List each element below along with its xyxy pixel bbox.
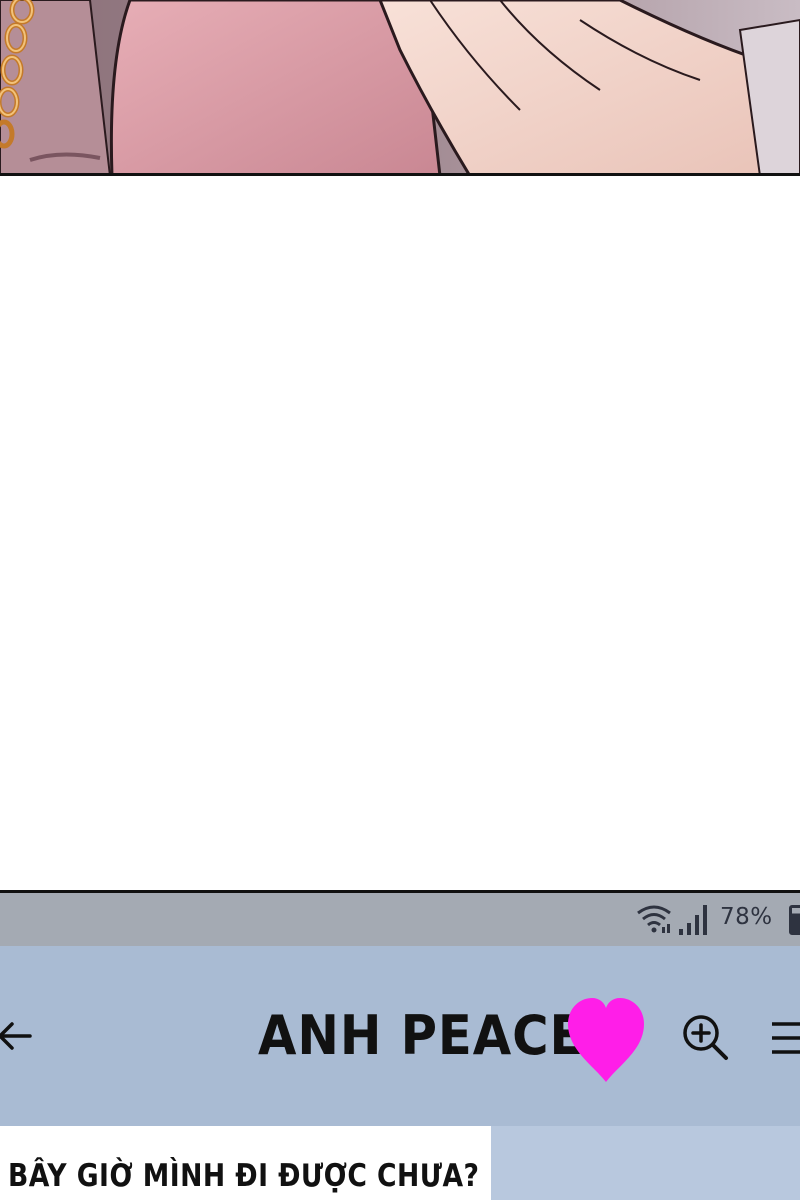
battery-percent: 78% [720, 904, 773, 930]
status-bar: 78% [0, 893, 800, 946]
signal-bars-icon [679, 905, 707, 935]
menu-icon[interactable] [768, 1018, 800, 1058]
comic-artwork [0, 0, 800, 173]
blank-gutter [0, 176, 800, 890]
content-area: BÂY GIỜ MÌNH ĐI ĐƯỢC CHƯA? [0, 1126, 800, 1200]
phone-screenshot: 78% ANH PEACE BÂY GIỜ MÌNH ĐI ĐƯỢC CHƯA? [0, 890, 800, 1200]
wifi-icon [637, 905, 671, 933]
arrow-left-icon[interactable] [0, 1016, 36, 1056]
comic-page: 78% ANH PEACE BÂY GIỜ MÌNH ĐI ĐƯỢC CHƯA? [0, 0, 800, 1200]
comic-art-panel [0, 0, 800, 176]
heart-icon[interactable] [566, 998, 646, 1084]
app-title: ANH PEACE [258, 1004, 585, 1067]
speech-card: BÂY GIỜ MÌNH ĐI ĐƯỢC CHƯA? [0, 1126, 491, 1200]
zoom-in-icon[interactable] [680, 1012, 730, 1062]
speech-text: BÂY GIỜ MÌNH ĐI ĐƯỢC CHƯA? [8, 1158, 480, 1194]
app-bar: ANH PEACE [0, 946, 800, 1126]
battery-icon [789, 905, 800, 935]
